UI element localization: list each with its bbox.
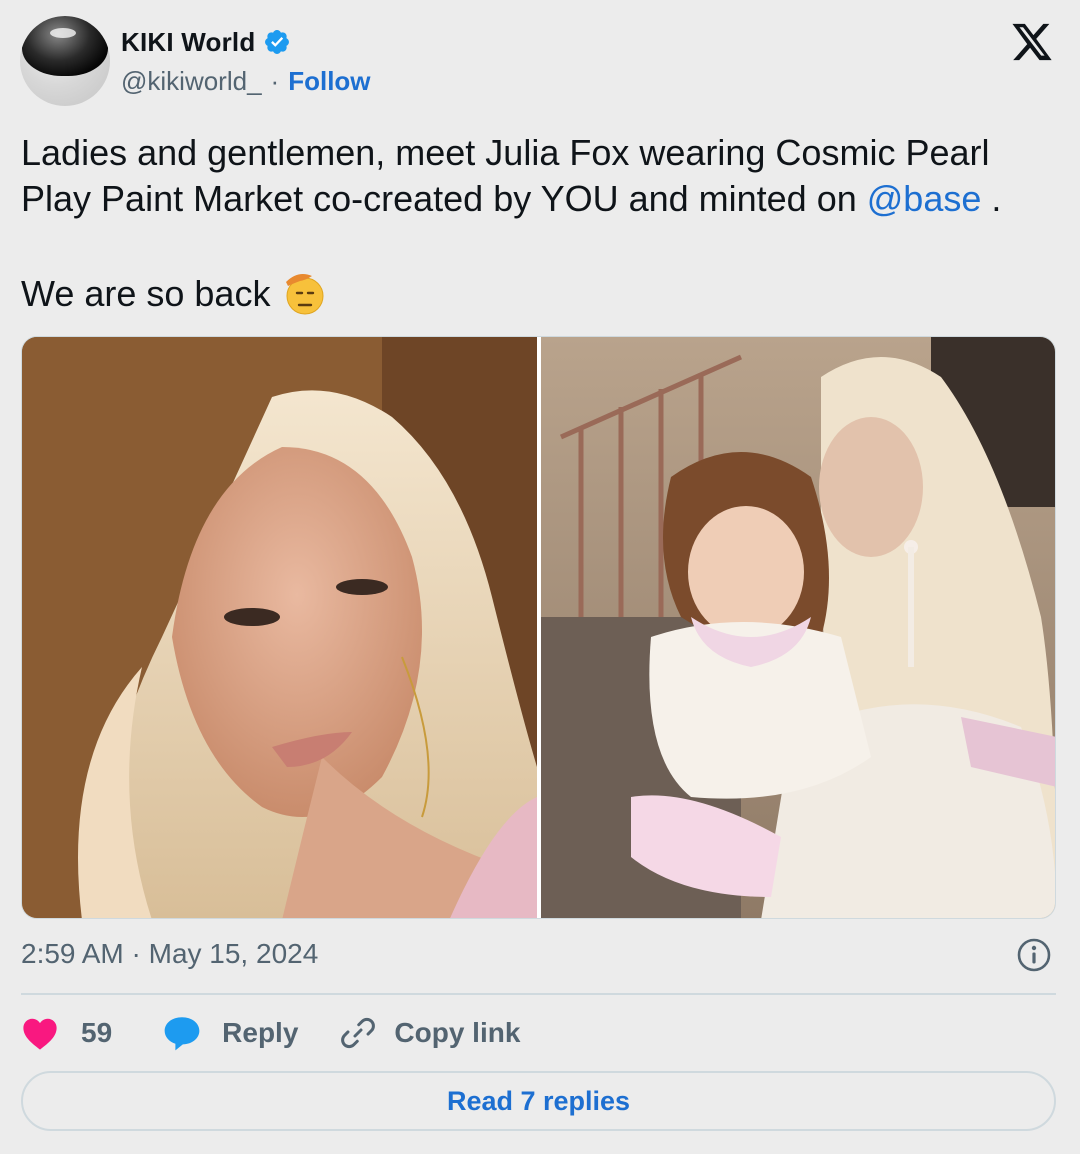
saluting-face-icon (286, 274, 324, 315)
speech-bubble-icon (164, 1017, 200, 1051)
author-name-row: KIKI World (121, 26, 291, 58)
portrait-photo-right[interactable] (541, 337, 1055, 918)
info-icon[interactable] (1016, 937, 1052, 973)
heart-icon (23, 1018, 57, 1050)
like-button[interactable]: 59 (21, 1015, 112, 1051)
author-handle[interactable]: @kikiworld_ (121, 66, 262, 97)
portrait-left-illustration (22, 337, 537, 918)
read-replies-button[interactable]: Read 7 replies (21, 1071, 1056, 1131)
tweet-text: Ladies and gentlemen, meet Julia Fox wea… (21, 130, 1061, 317)
x-logo-icon[interactable] (1010, 22, 1054, 62)
mention-link[interactable]: @base (867, 178, 982, 219)
author-handle-row: @kikiworld_ · Follow (121, 64, 371, 98)
portrait-photo-left[interactable] (22, 337, 537, 918)
avatar-shine (50, 28, 76, 38)
link-icon (341, 1017, 376, 1049)
divider (21, 993, 1056, 995)
tweet-line-2-end: . (981, 178, 1002, 219)
tweet-timestamp[interactable]: 2:59 AM · May 15, 2024 (21, 936, 318, 972)
portrait-right-illustration (541, 337, 1055, 918)
tweet-line-3-text: We are so back (21, 273, 271, 314)
tweet-line-2-text: Play Paint Market co-created by YOU and … (21, 178, 867, 219)
follow-button[interactable]: Follow (288, 66, 370, 97)
verified-badge-icon (265, 30, 290, 54)
like-count: 59 (81, 1017, 113, 1048)
media-grid (21, 336, 1056, 919)
avatar[interactable] (20, 16, 110, 106)
tweet-actions: 59 Reply Copy link (21, 1010, 520, 1056)
author-display-name[interactable]: KIKI World (121, 27, 255, 58)
tweet-line-3: We are so back (21, 268, 1061, 317)
copy-link-button[interactable]: Copy link (340, 1015, 520, 1051)
copy-link-label: Copy link (394, 1017, 521, 1048)
reply-label: Reply (222, 1017, 299, 1048)
handle-separator: · (270, 65, 280, 96)
tweet-line-2: Play Paint Market co-created by YOU and … (21, 176, 1061, 222)
reply-button[interactable]: Reply (162, 1014, 298, 1052)
avatar-ball-image (22, 16, 108, 76)
tweet-line-1: Ladies and gentlemen, meet Julia Fox wea… (21, 132, 990, 173)
